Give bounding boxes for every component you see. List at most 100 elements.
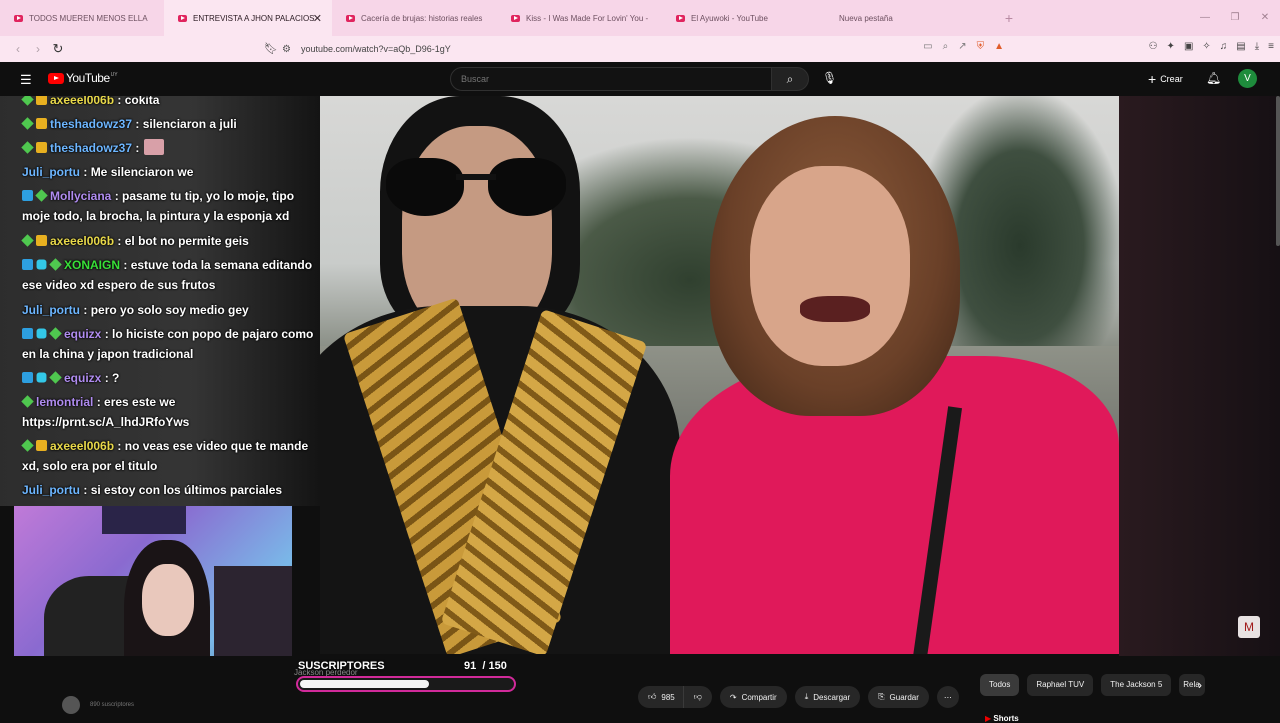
chat-message: Juli_portu : pero yo solo soy medio gey — [22, 300, 318, 320]
url-field[interactable]: ⚙ youtube.com/watch?v=aQb_D96-1gY — [282, 39, 1006, 59]
chat-badge-icon — [36, 328, 47, 339]
close-window-icon[interactable]: ✕ — [1250, 0, 1280, 36]
chat-username: Juli_portu — [22, 483, 81, 497]
chip-todos[interactable]: Todos — [980, 674, 1020, 696]
chip-raphael[interactable]: Raphael TUV — [1027, 674, 1094, 696]
chat-username: equizx — [64, 371, 102, 385]
restore-icon[interactable]: ❐ — [1220, 0, 1250, 36]
dislike-button[interactable]: 👎︎ — [682, 686, 712, 708]
menu-icon[interactable]: ≡ — [1268, 41, 1274, 52]
chat-badge-icon — [49, 371, 62, 384]
minimize-icon[interactable]: — — [1190, 0, 1220, 36]
search-input[interactable] — [450, 67, 772, 91]
channel-watermark-icon: M — [1238, 616, 1260, 638]
chat-badge-icon — [49, 258, 62, 271]
create-button[interactable]: + Crear — [1148, 71, 1183, 87]
rewards-icon[interactable]: ▲ — [994, 41, 1004, 52]
chat-text: : cokita — [117, 96, 160, 107]
close-icon[interactable]: ✕ — [313, 12, 322, 25]
like-button[interactable]: 👍︎ 985 — [638, 686, 683, 708]
chip-jackson5[interactable]: The Jackson 5 — [1101, 674, 1172, 696]
page-scrollbar[interactable] — [1276, 96, 1280, 246]
save-button[interactable]: ⎘ Guardar — [868, 686, 929, 708]
chat-badge-icon — [21, 96, 34, 106]
goal-current: 91 — [464, 660, 477, 672]
browser-tabbar: TODOS MUEREN MENOS ELLA | Hor ENTREVISTA… — [0, 0, 1280, 36]
chat-username: Juli_portu — [22, 303, 81, 317]
chat-username: axeeel006b — [50, 439, 115, 453]
chat-text: : Me silenciaron we — [83, 165, 194, 179]
wallet-icon[interactable]: ▤ — [1236, 41, 1245, 52]
goal-target: / 150 — [482, 660, 507, 672]
bookmark-icon[interactable]: 🔖︎ — [264, 42, 278, 55]
like-count: 985 — [661, 692, 675, 702]
chat-message: Juli_portu : Me silenciaron we — [22, 162, 318, 182]
chat-text: : pero yo solo soy medio gey — [83, 303, 249, 317]
download-icon[interactable]: ⤓ — [1255, 41, 1259, 52]
chat-badge-icon — [36, 372, 47, 383]
reload-icon[interactable]: ↻ — [48, 41, 68, 57]
notifications-icon[interactable]: 🔔︎ — [1206, 71, 1221, 85]
tab-label: TODOS MUEREN MENOS ELLA | Hor — [29, 13, 150, 23]
chat-text: : si estoy con los últimos parciales — [83, 483, 283, 497]
chat-username: Juli_portu — [22, 165, 81, 179]
channel-avatar[interactable] — [62, 696, 80, 714]
window-controls: — ❐ ✕ — [1190, 0, 1280, 36]
search-icon[interactable]: ⌕ — [771, 67, 809, 91]
shorts-heading: ▶ Shorts — [985, 714, 1019, 723]
share-icon[interactable]: ↗ — [958, 41, 966, 52]
zoom-icon[interactable]: ⌕ — [943, 41, 949, 52]
chat-text: : — [135, 141, 140, 155]
avatar[interactable]: V — [1238, 69, 1257, 88]
tab-0[interactable]: TODOS MUEREN MENOS ELLA | Hor — [0, 0, 164, 36]
chat-badge-icon — [22, 372, 33, 383]
menu-icon[interactable]: ☰ — [20, 72, 32, 88]
tab-2[interactable]: Cacería de brujas: historias reales – C — [332, 0, 497, 36]
sidebar-icon[interactable]: ▣ — [1184, 41, 1193, 52]
save-label: Guardar — [889, 692, 919, 702]
tab-label: El Ayuwoki - YouTube — [691, 13, 768, 23]
chat-message: Juli_portu : si estoy con los últimos pa… — [22, 480, 318, 500]
youtube-icon — [676, 14, 685, 22]
share-icon: ↷ — [729, 692, 737, 702]
shield-icon[interactable]: ⛨ — [977, 41, 985, 52]
settings-icon[interactable]: ✧ — [1202, 41, 1210, 52]
music-icon[interactable]: ♫ — [1220, 41, 1228, 52]
tab-5[interactable]: Nueva pestaña — [825, 0, 985, 36]
microphone-icon[interactable]: 🎙︎ — [822, 71, 837, 85]
screenshot-icon[interactable]: ▭ — [923, 41, 932, 52]
tab-4[interactable]: El Ayuwoki - YouTube — [662, 0, 825, 36]
back-icon[interactable]: ‹ — [8, 42, 28, 56]
youtube-header: ☰ YouTube UY ⌕ 🎙︎ + Crear 🔔︎ V — [0, 62, 1280, 96]
download-icon: ⤓ — [804, 692, 809, 701]
goal-title: SUSCRIPTORES — [298, 660, 385, 672]
youtube-logo[interactable]: YouTube UY — [48, 71, 118, 85]
thumbs-up-icon: 👍︎ — [648, 692, 657, 701]
site-info-icon[interactable]: ⚙ — [282, 44, 291, 55]
chat-text: : silenciaron a juli — [135, 117, 237, 131]
video-frame[interactable] — [320, 96, 1119, 654]
related-chips: Todos Raphael TUV The Jackson 5 Rela — [980, 674, 1206, 696]
youtube-play-icon — [48, 72, 64, 84]
youtube-icon — [346, 14, 355, 22]
download-button[interactable]: ⤓ Descargar — [794, 686, 861, 708]
extension-icon[interactable]: ⚇ — [1149, 41, 1158, 52]
chat-badge-icon — [36, 96, 47, 105]
chat-text: : ? — [104, 371, 120, 385]
chat-message: axeeel006b : el bot no permite geis — [21, 231, 318, 251]
create-label: Crear — [1160, 74, 1183, 84]
puzzle-icon[interactable]: ✦ — [1167, 41, 1175, 52]
tab-3[interactable]: Kiss - I Was Made For Lovin' You - Yo — [497, 0, 662, 36]
more-actions-button[interactable]: ⋯ — [936, 686, 959, 708]
chat-username: lemontrial — [36, 395, 94, 409]
chat-message: lemontrial : eres este we https://prnt.s… — [21, 392, 318, 432]
chat-username: axeeel006b — [50, 96, 115, 107]
tab-1[interactable]: ENTREVISTA A JHON PALACIOS ✕ — [164, 0, 332, 36]
youtube-icon — [14, 14, 23, 22]
share-button[interactable]: ↷ Compartir — [719, 686, 787, 708]
chat-badge-icon — [36, 235, 47, 246]
subscriber-goal: Jackson perdedor SUSCRIPTORES 91 / 150 — [294, 660, 518, 694]
forward-icon[interactable]: › — [28, 42, 48, 56]
new-tab-button[interactable]: + — [997, 10, 1021, 26]
chevron-right-icon[interactable]: › — [1198, 678, 1202, 692]
